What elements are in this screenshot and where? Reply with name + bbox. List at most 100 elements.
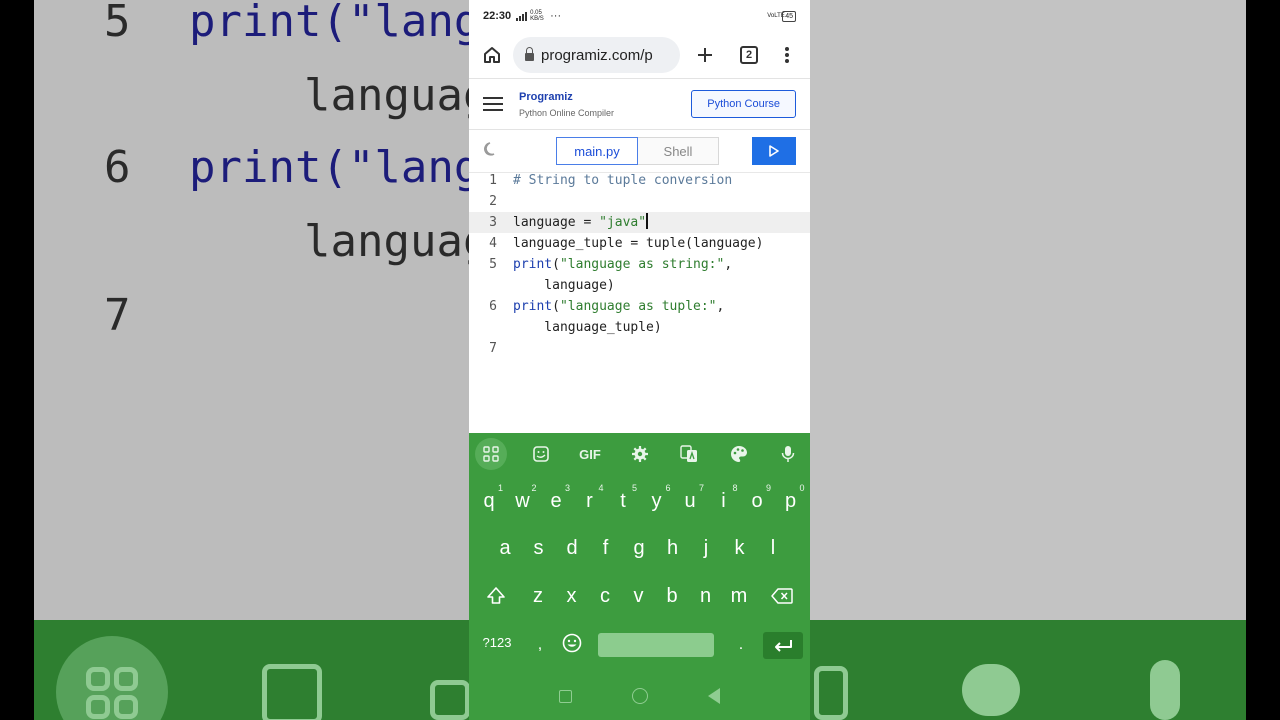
key-hint: 1 — [497, 483, 503, 493]
bg-line-7: 7 — [104, 290, 131, 341]
net-speed: 0.05 KB/S — [530, 10, 544, 22]
key-hint: 8 — [732, 483, 738, 493]
shift-key[interactable] — [481, 576, 511, 616]
key-c[interactable]: c — [590, 576, 620, 616]
hamburger-menu-icon[interactable] — [483, 93, 503, 115]
bg-translate-icon — [814, 666, 848, 720]
enter-key[interactable] — [763, 632, 803, 659]
key-hint: 3 — [564, 483, 570, 493]
key-row-1: q1w2e3r4t5y6u7i8o9p0 — [469, 481, 810, 521]
key-w[interactable]: w2 — [508, 481, 538, 521]
key-j[interactable]: j — [691, 528, 721, 568]
compiler-toolbar: main.py Shell — [469, 130, 810, 173]
tab-shell[interactable]: Shell — [638, 137, 719, 165]
run-button[interactable] — [752, 137, 796, 165]
key-s[interactable]: s — [524, 528, 554, 568]
code-line: 7 — [489, 341, 497, 356]
code-editor[interactable]: 1 # String to tuple conversion 2 3 langu… — [469, 170, 810, 433]
settings-gear-icon[interactable] — [624, 438, 656, 470]
browser-menu-icon[interactable] — [772, 40, 802, 70]
sticker-icon[interactable] — [525, 438, 557, 470]
lock-icon — [525, 47, 534, 61]
key-i[interactable]: i8 — [709, 481, 739, 521]
recents-icon[interactable] — [559, 689, 572, 703]
site-subtitle: Python Online Compiler — [519, 107, 615, 118]
key-q[interactable]: q1 — [474, 481, 504, 521]
microphone-icon[interactable] — [772, 438, 804, 470]
key-z[interactable]: z — [523, 576, 553, 616]
code-line-wrap: language_tuple) — [513, 320, 662, 335]
key-y[interactable]: y6 — [642, 481, 672, 521]
address-bar[interactable]: programiz.com/p — [513, 37, 680, 73]
key-e[interactable]: e3 — [541, 481, 571, 521]
key-m[interactable]: m — [724, 576, 754, 616]
gif-icon[interactable]: GIF — [574, 438, 606, 470]
key-h[interactable]: h — [658, 528, 688, 568]
background-left: 5 print("language as string:", language)… — [0, 0, 469, 720]
back-icon[interactable] — [708, 688, 720, 704]
apps-grid-icon[interactable] — [475, 438, 507, 470]
key-g[interactable]: g — [624, 528, 654, 568]
key-p[interactable]: p0 — [776, 481, 806, 521]
key-u[interactable]: u7 — [675, 481, 705, 521]
key-o[interactable]: o9 — [742, 481, 772, 521]
code-line-current: 3 language = "java" — [469, 212, 810, 233]
code-line: 4 language_tuple = tuple(language) — [489, 236, 764, 251]
code-line: 1 # String to tuple conversion — [489, 173, 733, 188]
file-tabs: main.py Shell — [556, 137, 719, 165]
tab-switcher-button[interactable]: 2 — [734, 40, 764, 70]
key-l[interactable]: l — [758, 528, 788, 568]
key-a[interactable]: a — [490, 528, 520, 568]
key-b[interactable]: b — [657, 576, 687, 616]
bg-code-5: print("language as string:", — [189, 0, 469, 47]
play-icon — [769, 145, 779, 157]
translate-icon[interactable] — [673, 438, 705, 470]
dark-mode-icon[interactable] — [483, 141, 501, 162]
comma-key[interactable]: , — [525, 625, 555, 665]
home-nav-icon[interactable] — [632, 688, 648, 704]
keyboard-toolbar: GIF — [469, 433, 810, 475]
bg-mic-icon — [1150, 660, 1180, 720]
symbols-key[interactable]: ?123 — [479, 623, 515, 663]
code-line: 6 print("language as tuple:", — [489, 299, 725, 314]
key-t[interactable]: t5 — [608, 481, 638, 521]
key-row-2: asdfghjkl — [469, 528, 810, 568]
background-right — [810, 0, 1280, 720]
programiz-logo[interactable]: Programiz Python Online Compiler — [519, 91, 691, 118]
key-d[interactable]: d — [557, 528, 587, 568]
enter-arrow-icon — [775, 639, 792, 652]
bg-palette-icon — [962, 664, 1020, 716]
text-caret — [646, 213, 648, 229]
period-key[interactable]: . — [726, 625, 756, 665]
code-line-wrap: language) — [513, 278, 615, 293]
theme-palette-icon[interactable] — [723, 438, 755, 470]
key-x[interactable]: x — [557, 576, 587, 616]
signal-icon — [516, 11, 528, 21]
space-bar[interactable] — [598, 633, 714, 657]
bg-code-6: print("language as tuple:", — [189, 142, 469, 193]
bg-line-6: 6 — [104, 142, 131, 193]
browser-toolbar: programiz.com/p 2 — [469, 32, 810, 78]
tab-count: 2 — [740, 46, 758, 64]
system-nav-bar — [469, 672, 810, 720]
code-line: 2 — [489, 194, 497, 209]
key-f[interactable]: f — [591, 528, 621, 568]
key-k[interactable]: k — [725, 528, 755, 568]
new-tab-icon[interactable] — [690, 40, 720, 70]
key-v[interactable]: v — [624, 576, 654, 616]
bg-gif-icon — [430, 680, 469, 720]
brand-name: Programiz — [519, 90, 573, 103]
key-hint: 9 — [765, 483, 771, 493]
on-screen-keyboard: GIF q1w2e3r4t5y6u7i8o9p0 asdfghjkl zxcvb… — [469, 433, 810, 720]
key-hint: 6 — [665, 483, 671, 493]
code-line: 5 print("language as string:", — [489, 257, 733, 272]
key-hint: 2 — [531, 483, 537, 493]
battery-icon: 45 — [782, 10, 796, 22]
python-course-button[interactable]: Python Course — [691, 90, 796, 118]
home-icon[interactable] — [477, 40, 507, 70]
emoji-key[interactable] — [557, 623, 587, 663]
key-r[interactable]: r4 — [575, 481, 605, 521]
tab-main-py[interactable]: main.py — [556, 137, 638, 165]
backspace-key[interactable] — [767, 576, 797, 616]
key-n[interactable]: n — [691, 576, 721, 616]
